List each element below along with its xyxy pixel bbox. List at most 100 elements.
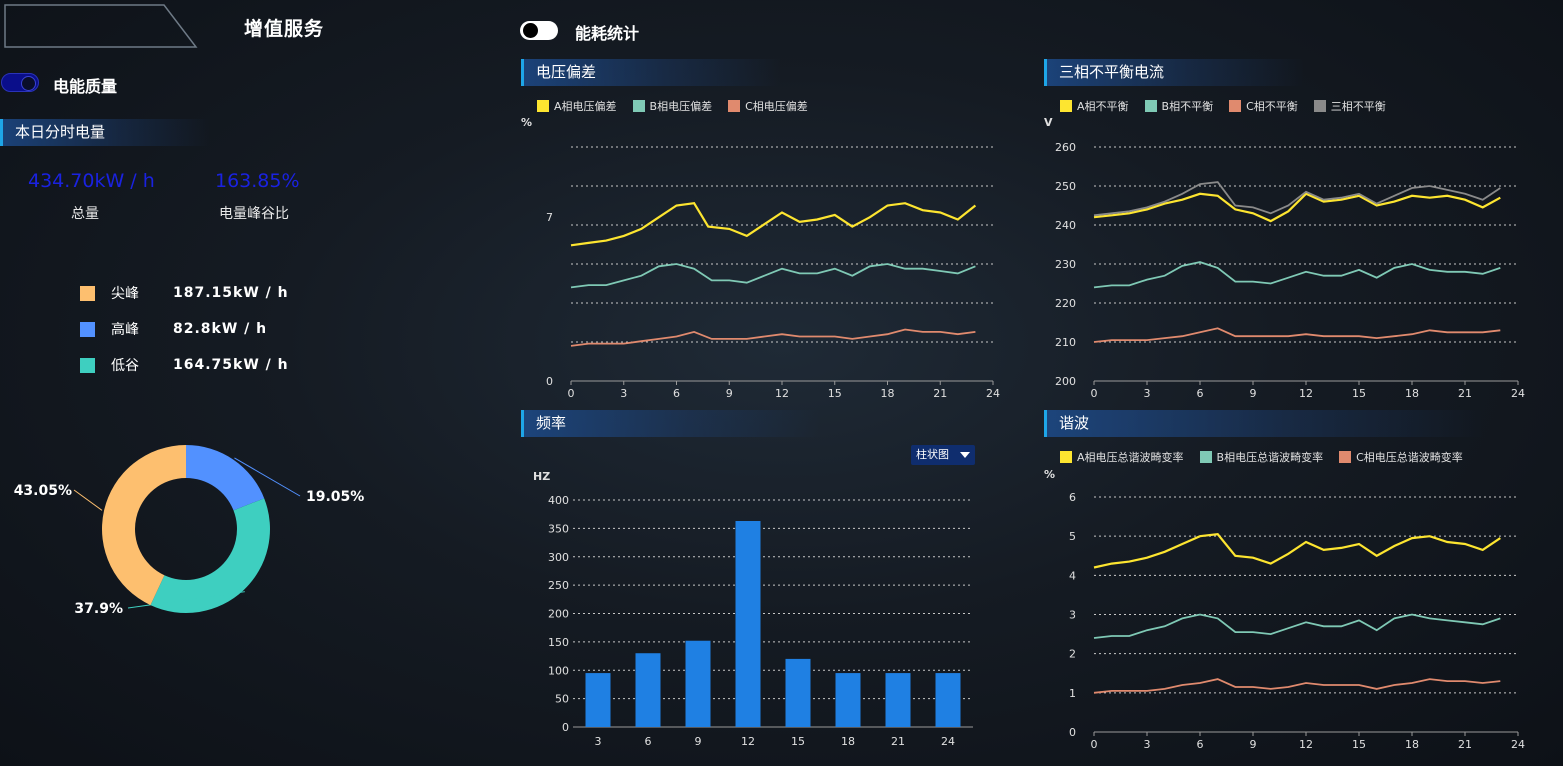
series-line	[1093, 678, 1501, 694]
bar	[935, 673, 961, 727]
series-line	[1093, 533, 1501, 569]
pie-slice	[150, 498, 271, 613]
y-tick-label: 7	[546, 211, 553, 224]
pie-leader-line	[73, 489, 103, 511]
x-tick-label: 9	[1250, 738, 1257, 751]
x-tick-label: 6	[1197, 738, 1204, 751]
series-line	[1093, 327, 1501, 343]
series-line	[570, 328, 976, 347]
x-tick-label: 18	[841, 735, 855, 748]
y-tick-label: 0	[1069, 726, 1076, 739]
quality-toggle[interactable]	[1, 73, 39, 92]
logo-frame	[4, 4, 198, 48]
y-tick-label: 150	[548, 636, 569, 649]
pie-slice	[186, 445, 265, 511]
y-tick-label: 2	[1069, 648, 1076, 661]
bar	[785, 658, 811, 727]
y-tick-label: 5	[1069, 530, 1076, 543]
series-line	[1093, 181, 1501, 217]
total-usage-label: 总量	[71, 206, 99, 222]
x-tick-label: 12	[1299, 387, 1313, 400]
x-tick-label: 3	[595, 735, 602, 748]
x-tick-label: 18	[881, 387, 895, 400]
legend-swatch	[80, 357, 95, 373]
bar	[635, 653, 661, 727]
x-tick-label: 0	[1091, 738, 1098, 751]
x-tick-label: 24	[986, 387, 1000, 400]
bar	[735, 520, 761, 727]
x-tick-label: 3	[1144, 738, 1151, 751]
x-tick-label: 9	[1250, 387, 1257, 400]
y-tick-label: 4	[1069, 569, 1076, 582]
x-tick-label: 6	[1197, 387, 1204, 400]
legend-item-sharp-peak: 尖峰 187.15kW / h	[80, 283, 289, 303]
x-tick-label: 18	[1405, 738, 1419, 751]
x-tick-label: 0	[1091, 387, 1098, 400]
y-unit-label: %	[521, 116, 532, 129]
y-tick-label: 210	[1055, 336, 1076, 349]
series-line	[570, 202, 977, 247]
peak-valley-ratio-label: 电量峰谷比	[219, 206, 289, 222]
x-tick-label: 15	[1352, 387, 1366, 400]
x-tick-label: 12	[741, 735, 755, 748]
x-tick-label: 24	[1511, 387, 1525, 400]
pie-label: 43.05%	[14, 483, 72, 499]
y-tick-label: 230	[1055, 258, 1076, 271]
usage-legend: 尖峰 187.15kW / h 高峰 82.8kW / h 低谷 164.75k…	[80, 283, 289, 375]
voltage-panel-header: 电压偏差	[521, 59, 781, 86]
y-unit-label: %	[1044, 468, 1055, 481]
frequency-panel-header: 频率	[521, 410, 821, 437]
x-tick-label: 18	[1405, 387, 1419, 400]
frequency-chart: 0 50 100 150 200 250 300 350 400 HZ 3 6 9 12 15 18 21 24	[533, 470, 973, 748]
x-tick-label: 9	[726, 387, 733, 400]
energy-toggle[interactable]	[520, 21, 558, 40]
y-tick-label: 50	[555, 693, 569, 706]
peak-valley-ratio-value: 163.85%	[215, 170, 300, 192]
pie-label: 19.05%	[306, 489, 364, 505]
y-tick-label: 200	[1055, 375, 1076, 388]
y-tick-label: 260	[1055, 141, 1076, 154]
harmonic-panel-header: 谐波	[1044, 410, 1484, 437]
chart-type-selected: 柱状图	[916, 448, 949, 461]
x-tick-label: 15	[1352, 738, 1366, 751]
x-tick-label: 12	[775, 387, 789, 400]
x-tick-label: 15	[828, 387, 842, 400]
bar	[835, 673, 861, 727]
voltage-chart: 0 7 0 3 6 9 12 15 18 21 24%	[521, 116, 1000, 400]
x-tick-label: 24	[1511, 738, 1525, 751]
y-tick-label: 3	[1069, 609, 1076, 622]
usage-donut-chart: 19.05% 37.9% 43.05%	[14, 445, 364, 617]
page-title: 增值服务	[244, 18, 325, 40]
frequency-panel-title: 频率	[536, 414, 567, 432]
x-tick-label: 21	[933, 387, 947, 400]
y-tick-label: 250	[1055, 180, 1076, 193]
voltage-panel-title: 电压偏差	[536, 63, 597, 81]
energy-toggle-label: 能耗统计	[575, 24, 640, 43]
x-tick-label: 9	[695, 735, 702, 748]
x-tick-label: 0	[568, 387, 575, 400]
x-tick-label: 15	[791, 735, 805, 748]
unbalance-panel-header: 三相不平衡电流	[1044, 59, 1304, 86]
unbalance-panel-title: 三相不平衡电流	[1059, 63, 1165, 81]
y-tick-label: 1	[1069, 687, 1076, 700]
legend-item-valley: 低谷 164.75kW / h	[80, 355, 289, 375]
x-tick-label: 6	[673, 387, 680, 400]
daily-usage-title: 本日分时电量	[15, 123, 106, 141]
series-line	[1093, 613, 1501, 639]
x-tick-label: 12	[1299, 738, 1313, 751]
y-tick-label: 220	[1055, 297, 1076, 310]
harmonic-panel-title: 谐波	[1059, 414, 1090, 432]
legend-swatch	[80, 321, 95, 337]
y-unit-label: V	[1044, 116, 1053, 129]
bar	[585, 673, 611, 727]
y-tick-label: 250	[548, 579, 569, 592]
legend-swatch	[80, 285, 95, 301]
harmonic-chart: 01234560 3 6 9 12 15 18 21 24%	[1044, 468, 1525, 751]
x-tick-label: 24	[941, 735, 955, 748]
y-unit-label: HZ	[533, 470, 550, 483]
bar	[885, 673, 911, 727]
total-usage-value: 434.70kW / h	[28, 170, 155, 192]
y-tick-label: 6	[1069, 491, 1076, 504]
series-line	[1093, 261, 1501, 289]
chevron-down-icon	[960, 452, 970, 458]
